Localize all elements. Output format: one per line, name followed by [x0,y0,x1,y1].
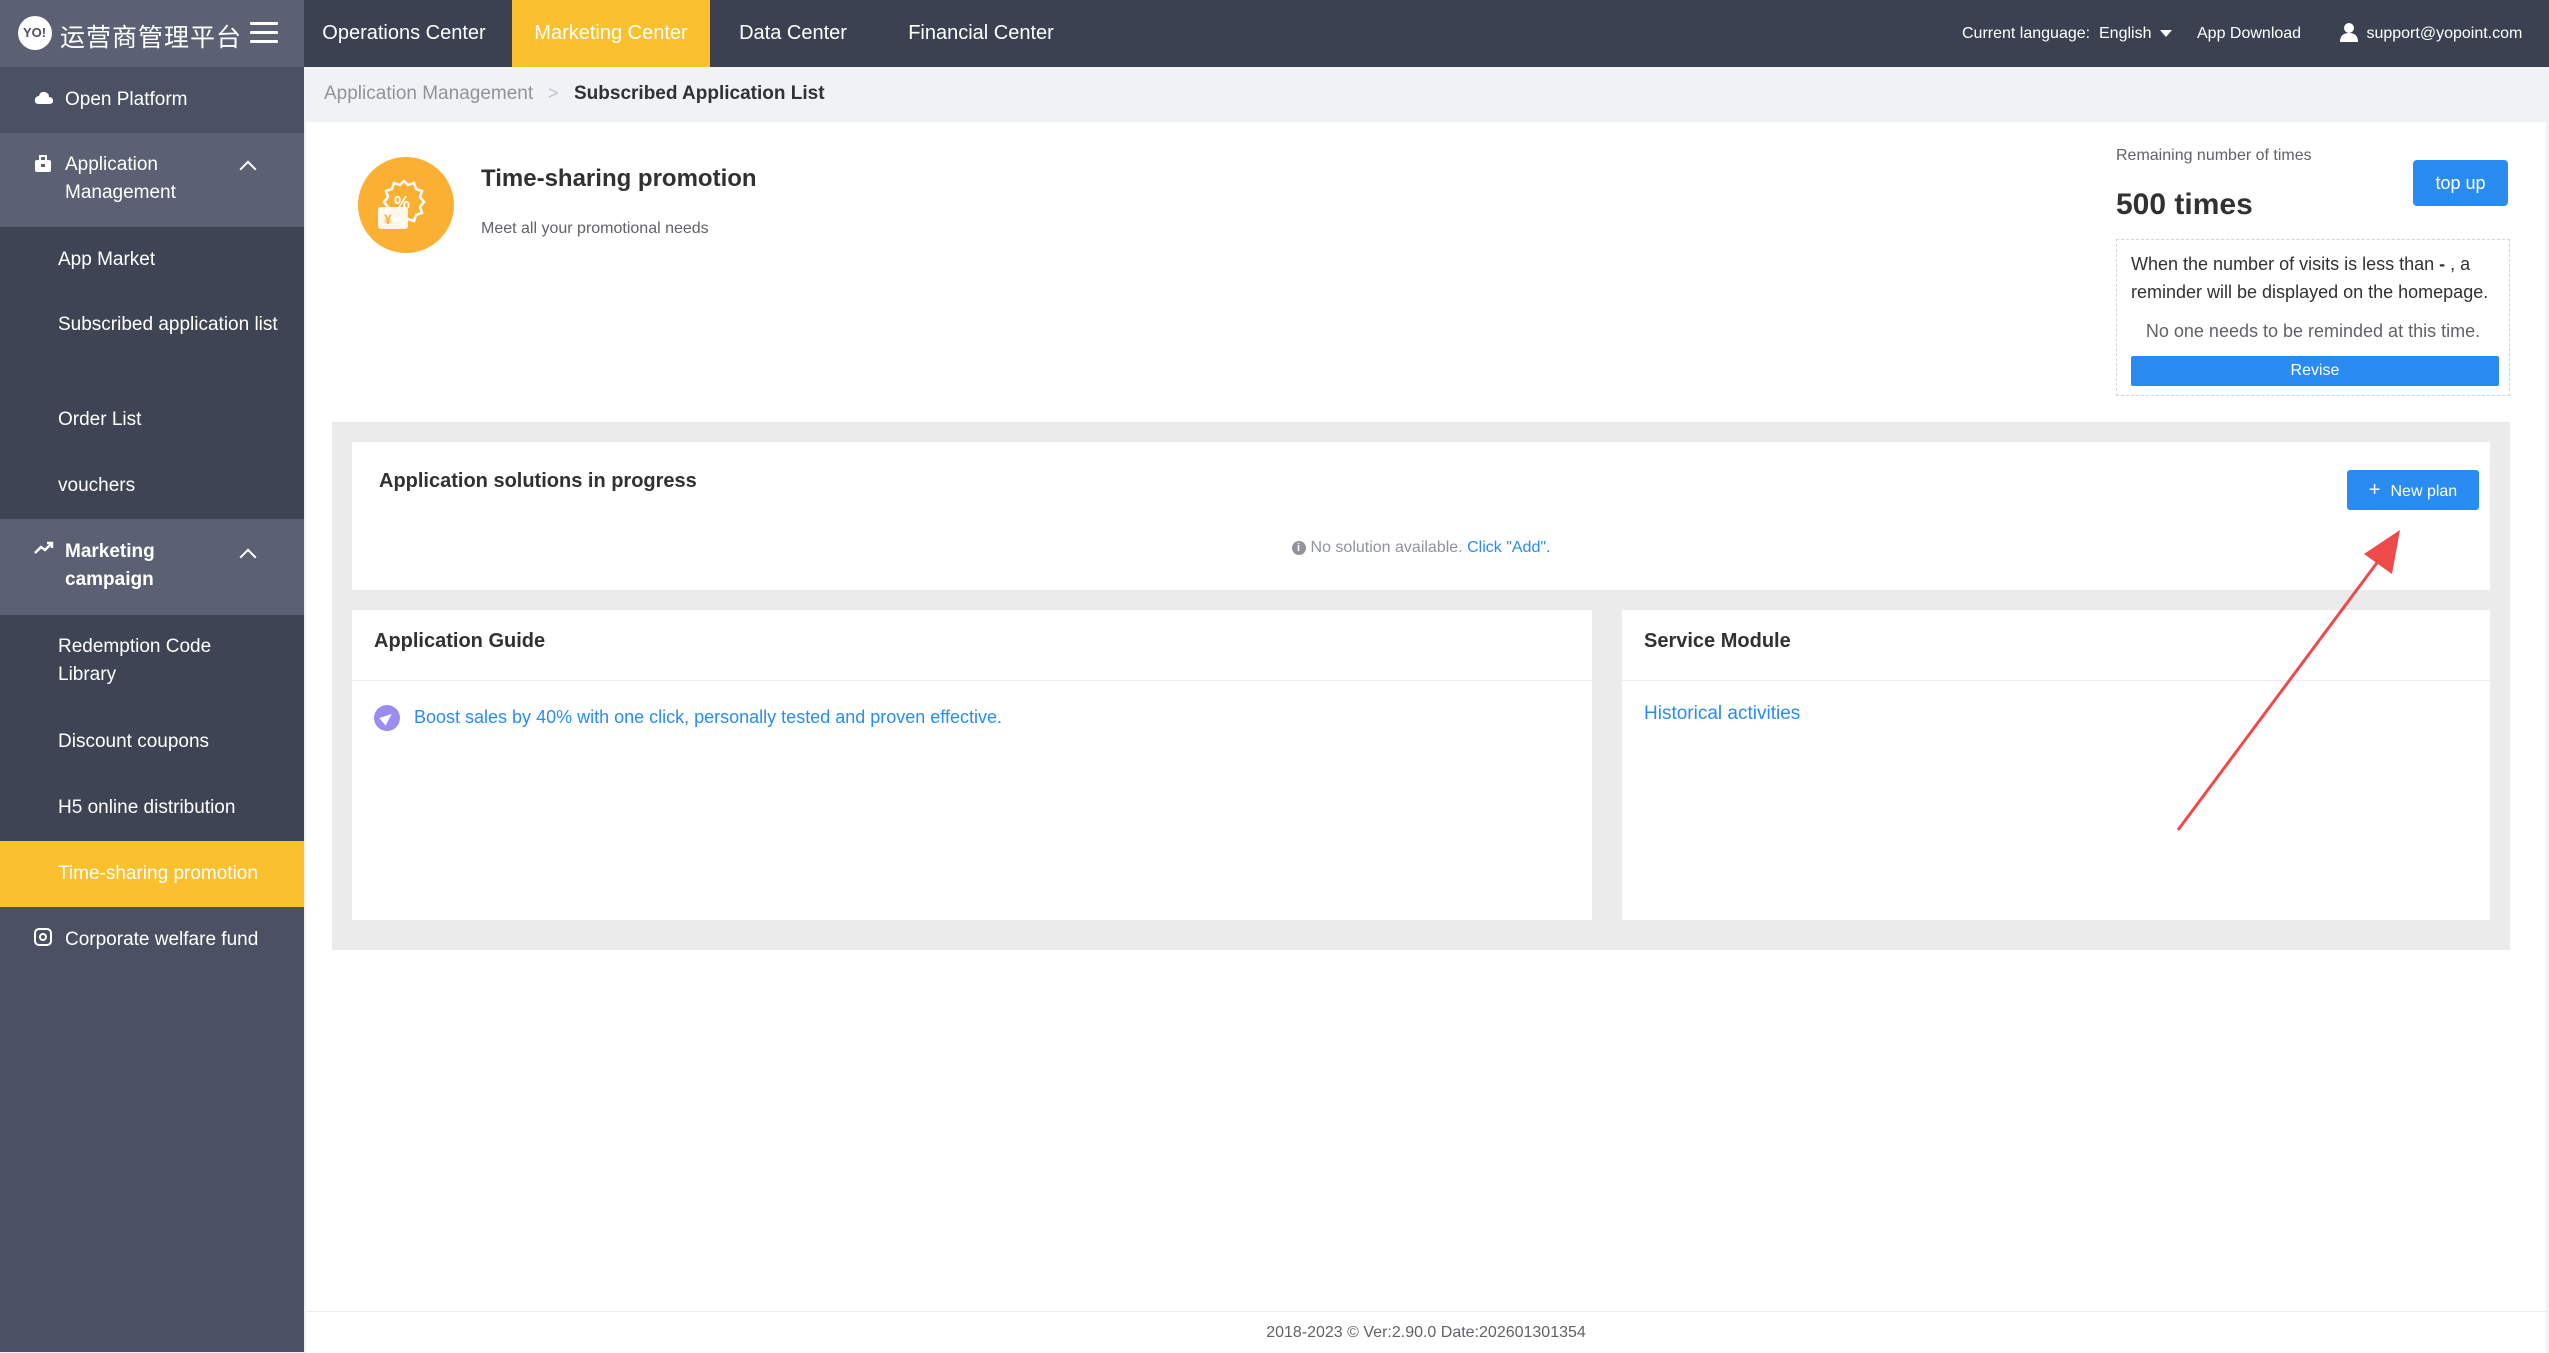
sidebar-group-marketing-campaign[interactable]: Marketing campaign [0,519,304,615]
sidebar-item-order-list[interactable]: Order List [0,387,304,453]
info-icon: i [1291,541,1306,555]
tab-data-center[interactable]: Data Center [710,0,876,67]
sidebar: YO! 运营商管理平台 Open Platform Application Ma… [0,0,304,1352]
svg-text:¥: ¥ [384,211,392,227]
sidebar-item-h5-online-distribution[interactable]: H5 online distribution [0,775,304,841]
sidebar-item-label: Redemption Code Library [58,636,212,685]
user-menu[interactable]: support@yopoint.com [2340,0,2522,67]
language-label: Current language: [1962,25,2091,42]
menu-toggle-icon[interactable] [250,22,278,44]
reminder-threshold: - [2439,254,2446,274]
user-email: support@yopoint.com [2366,25,2523,42]
sidebar-item-label: Subscribed application list [58,314,278,335]
chevron-up-icon [239,160,257,178]
annotation-arrow [2176,530,2400,831]
tab-operations-center[interactable]: Operations Center [304,0,504,67]
reminder-prefix: When the number of visits is less than [2131,254,2435,274]
cloud-icon [34,91,53,104]
historical-activities-link[interactable]: Historical activities [1644,703,1800,725]
sidebar-item-label: Discount coupons [58,731,210,752]
sidebar-item-label: Open Platform [65,89,188,110]
guide-link[interactable]: Boost sales by 40% with one click, perso… [374,705,1002,731]
sidebar-group-application-management[interactable]: Application Management [0,133,304,227]
sidebar-item-redemption-code-library[interactable]: Redemption Code Library [0,615,304,709]
breadcrumb-separator: > [548,83,559,103]
sidebar-item-label: Marketing campaign [65,541,155,590]
app-icon: % ¥ [358,157,454,253]
app-download-link[interactable]: App Download [2197,0,2301,67]
app-title: Time-sharing promotion [481,165,757,192]
new-plan-label: New plan [2390,483,2458,500]
top-up-button[interactable]: top up [2413,160,2508,206]
plus-icon: + [2368,479,2381,501]
trend-up-icon [34,541,54,554]
top-navigation: Operations Center Marketing Center Data … [304,0,2549,67]
service-title: Service Module [1644,630,1791,652]
sidebar-item-label: Time-sharing promotion [58,863,258,884]
sidebar-item-label: vouchers [58,475,136,496]
reminder-text: When the number of visits is less than -… [2131,250,2501,306]
no-reminder-text: No one needs to be reminded at this time… [2145,321,2481,341]
sidebar-item-vouchers[interactable]: vouchers [0,453,304,519]
divider [352,680,1592,681]
remaining-label: Remaining number of times [2116,147,2312,164]
welfare-icon [34,928,52,946]
footer: 2018-2023 © Ver:2.90.0 Date:202601301354 [306,1311,2546,1353]
remaining-value: 500 times [2116,188,2253,221]
breadcrumb: Application Management > Subscribed Appl… [304,67,2549,122]
logo-mark: YO! [23,25,47,40]
guide-link-text: Boost sales by 40% with one click, perso… [414,706,1002,727]
discount-badge-icon: % ¥ [378,179,426,229]
new-plan-button[interactable]: + New plan [2347,470,2479,510]
sidebar-item-time-sharing-promotion[interactable]: Time-sharing promotion [0,841,304,907]
briefcase-icon [35,155,51,172]
sidebar-item-discount-coupons[interactable]: Discount coupons [0,709,304,775]
sidebar-item-label: App Market [58,249,156,270]
empty-state-text: No solution available. [1310,539,1463,556]
sidebar-item-subscribed-application-list[interactable]: Subscribed application list [0,293,304,387]
sidebar-item-label: Order List [58,409,142,430]
send-icon [374,705,400,731]
sidebar-item-label: H5 online distribution [58,797,236,818]
add-solution-link[interactable]: Click "Add". [1467,539,1550,556]
breadcrumb-parent[interactable]: Application Management [324,83,533,105]
tab-marketing-center[interactable]: Marketing Center [512,0,710,67]
reminder-box: When the number of visits is less than -… [2116,239,2510,396]
revise-button[interactable]: Revise [2131,356,2499,386]
language-select[interactable]: English [2099,0,2172,67]
logo-bar: YO! 运营商管理平台 [0,0,304,67]
caret-down-icon [2159,30,2172,37]
app-subtitle: Meet all your promotional needs [481,220,709,237]
sidebar-item-app-market[interactable]: App Market [0,227,304,293]
breadcrumb-current: Subscribed Application List [574,83,825,104]
sidebar-item-corporate-welfare-fund[interactable]: Corporate welfare fund [0,907,304,973]
language-value: English [2099,25,2152,42]
user-icon [2340,23,2358,42]
chevron-up-icon [239,548,257,566]
solutions-title: Application solutions in progress [379,470,697,492]
brand-logo: YO! [18,16,52,50]
brand-title: 运营商管理平台 [60,24,243,52]
sidebar-item-label: Application Management [65,154,176,203]
sidebar-item-open-platform[interactable]: Open Platform [0,67,304,133]
footer-text: 2018-2023 © Ver:2.90.0 Date:202601301354 [1266,1324,1586,1341]
application-guide-card: Application Guide Boost sales by 40% wit… [352,610,1592,920]
tab-financial-center[interactable]: Financial Center [876,0,1086,67]
sidebar-item-label: Corporate welfare fund [65,929,259,950]
guide-title: Application Guide [374,630,546,652]
